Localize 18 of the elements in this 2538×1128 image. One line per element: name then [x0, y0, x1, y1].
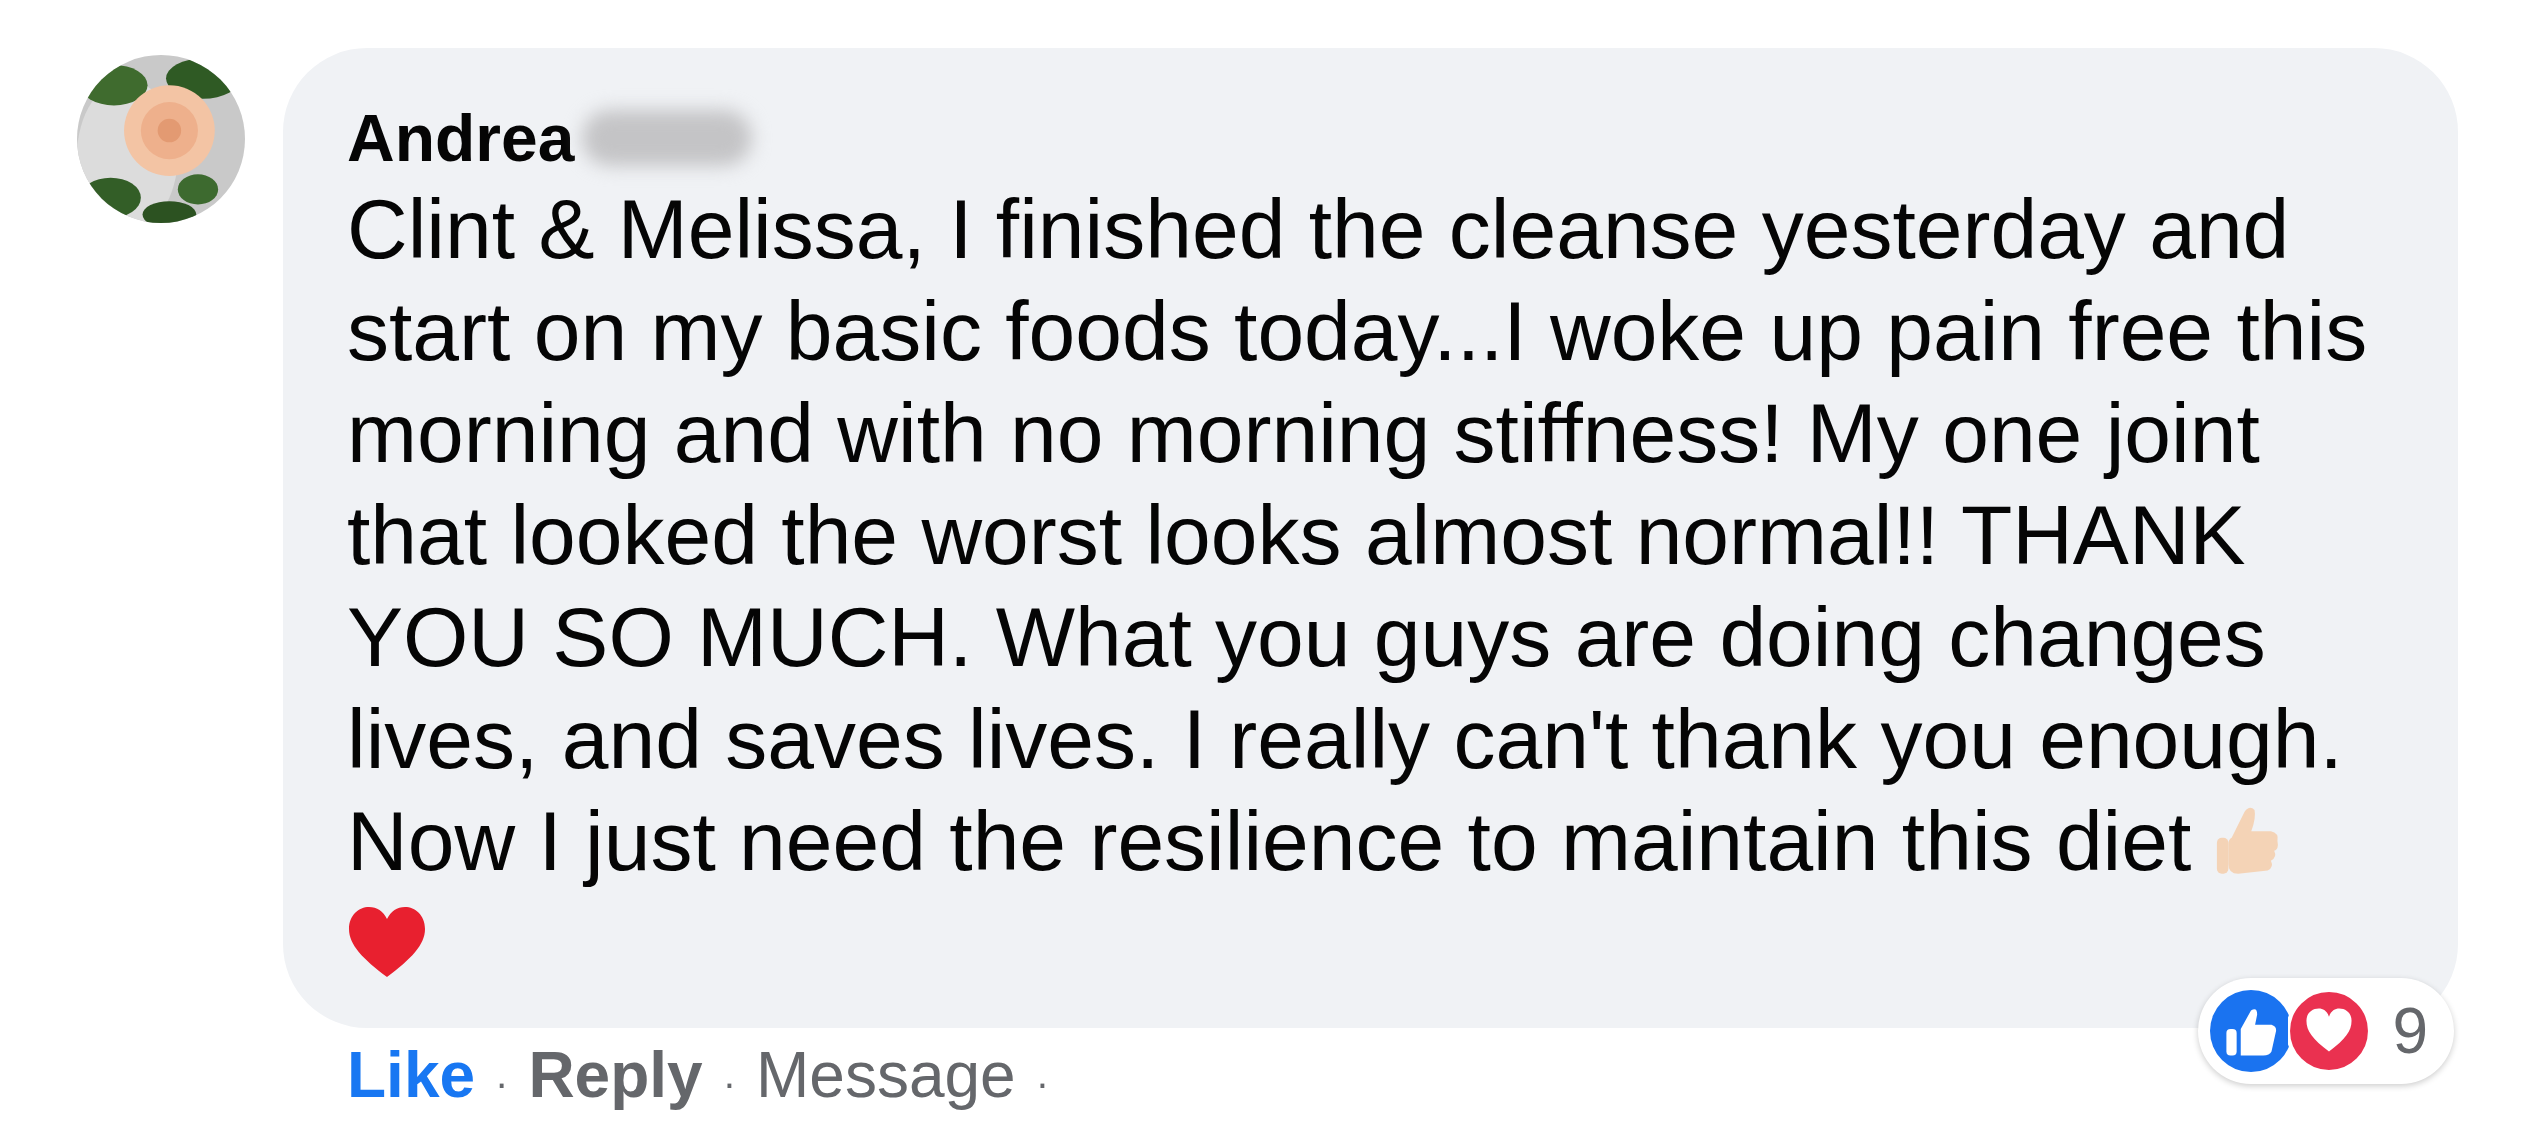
author-name[interactable]: Andrea: [347, 98, 575, 178]
separator-dot: ·: [495, 1061, 509, 1106]
reactions-badge[interactable]: 9: [2198, 978, 2454, 1084]
separator-dot: ·: [722, 1061, 736, 1106]
comment-line: morning and with no morning stiffness! My one joint: [347, 385, 2260, 482]
comment-line: lives, and saves lives. I really can't thank you enough.: [347, 691, 2343, 788]
comment-line: Now I just need the resilience to maintain this diet: [347, 793, 2192, 890]
heart-icon: [347, 907, 427, 979]
action-link[interactable]: Like: [347, 1038, 476, 1112]
comment-line: Clint & Melissa, I finished the cleanse yesterday and: [347, 181, 2290, 278]
comment-line: that looked the worst looks almost normal!! THANK: [347, 487, 2246, 584]
separator-dot: ·: [1035, 1061, 1049, 1106]
action-link[interactable]: Reply: [528, 1038, 703, 1112]
reaction-count: 9: [2392, 994, 2428, 1068]
comment-line: start on my basic foods today...I woke up pain free this: [347, 283, 2368, 380]
love-reaction-icon: [2288, 990, 2371, 1072]
action-link[interactable]: Message: [756, 1038, 1016, 1112]
comment-line: YOU SO MUCH. What you guys are doing changes: [347, 589, 2266, 686]
